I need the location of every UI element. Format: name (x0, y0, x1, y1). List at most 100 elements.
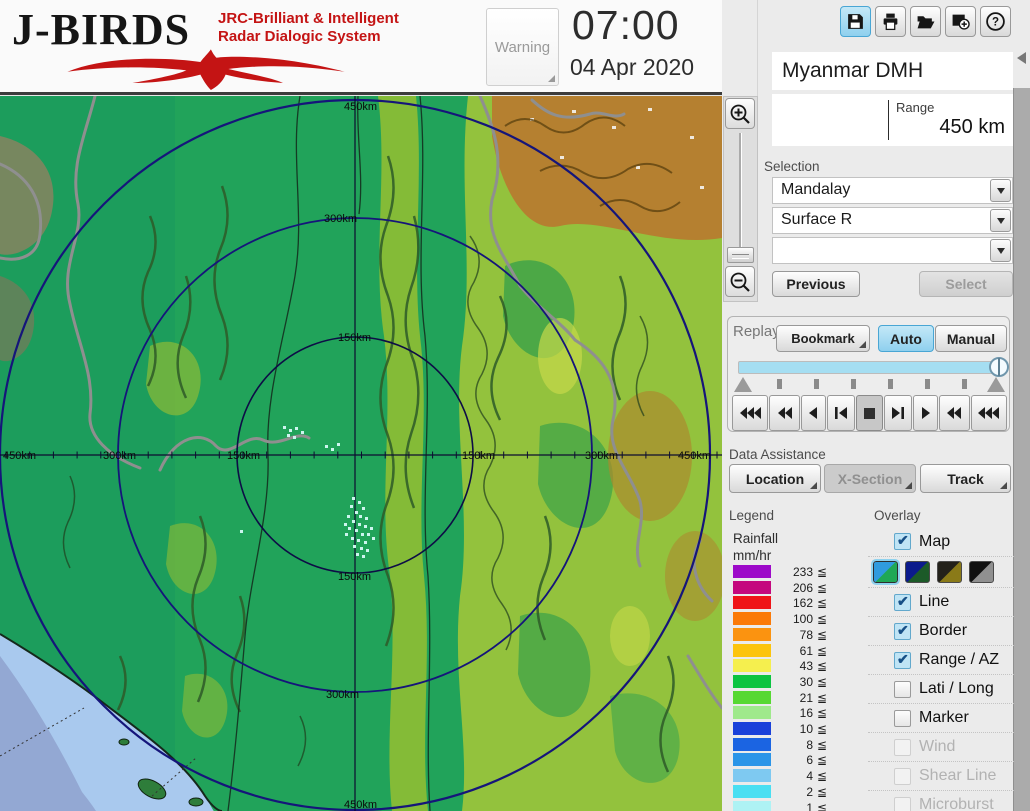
legend-swatch (733, 722, 771, 735)
legend-operator: ≦ (817, 596, 828, 611)
timeline-start-marker[interactable] (734, 377, 752, 392)
overlay-row-border[interactable]: Border (868, 616, 1014, 645)
overlay-row-line[interactable]: Line (868, 587, 1014, 616)
previous-button[interactable]: Previous (772, 271, 860, 297)
legend-value: 16 (799, 706, 813, 721)
logo-subtitle: JRC-Brilliant & Intelligent Radar Dialog… (218, 10, 399, 46)
collapse-panel-arrow-icon[interactable] (1017, 52, 1026, 64)
station-name: Myanmar DMH (772, 52, 1013, 90)
zoom-slider-track[interactable] (739, 133, 742, 251)
legend-operator: ≦ (817, 737, 828, 752)
map-style-olive-button[interactable] (937, 561, 962, 583)
step-forward-button[interactable] (883, 395, 912, 431)
legend-value: 233 (792, 565, 813, 579)
overlay-row-range-az[interactable]: Range / AZ (868, 645, 1014, 674)
option-dropdown-button[interactable] (990, 239, 1011, 262)
shear-line-checkbox (894, 767, 911, 785)
map-style-gray-button[interactable] (969, 561, 994, 583)
range-az-checkbox[interactable] (894, 651, 911, 669)
legend-item: 233 ≦ (733, 565, 838, 579)
overlay-label: Overlay (874, 508, 921, 523)
legend-operator: ≦ (817, 753, 828, 768)
ring-label-w450: 450km (3, 450, 36, 462)
chevron-down-icon (996, 187, 1005, 194)
overlay-row-lati-long[interactable]: Lati / Long (868, 674, 1014, 703)
radar-map[interactable]: 450km 300km 150km 150km 300km 450km 450k… (0, 96, 722, 811)
overlay-item-label: Wind (919, 738, 956, 755)
play-button[interactable] (912, 395, 939, 431)
print-button[interactable] (875, 6, 906, 37)
fast-rewind-button[interactable] (732, 395, 769, 431)
overlay-row-map[interactable]: Map (868, 527, 1014, 556)
range-divider (888, 100, 889, 140)
legend-item: 100 ≦ (733, 612, 838, 626)
map-style-selector (868, 556, 1014, 587)
track-button[interactable]: Track (920, 464, 1011, 493)
legend-item: 1 ≦ (733, 800, 838, 811)
legend-operator: ≦ (817, 722, 828, 736)
marker-checkbox[interactable] (894, 709, 911, 727)
legend-item: 2 ≦ (733, 784, 838, 799)
fast-rewind-icon (739, 407, 761, 419)
zoom-slider-handle[interactable] (727, 247, 754, 263)
legend-item: 206 ≦ (733, 580, 838, 595)
add-image-button[interactable] (945, 6, 976, 37)
open-file-button[interactable] (910, 6, 941, 37)
legend-item: 21 ≦ (733, 690, 838, 705)
play-reverse-button[interactable] (800, 395, 826, 431)
ring-label-n300: 300km (324, 213, 357, 225)
map-style-dark-button[interactable] (905, 561, 930, 583)
border-checkbox[interactable] (894, 622, 911, 640)
legend-unit-line1: Rainfall (733, 531, 779, 546)
x-section-button[interactable]: X-Section (824, 464, 916, 493)
legend-item: 10 ≦ (733, 722, 838, 736)
legend-operator: ≦ (817, 643, 828, 658)
legend-swatch (733, 690, 771, 704)
map-style-terrain-button[interactable] (871, 559, 900, 585)
option-dropdown[interactable] (772, 237, 1013, 264)
help-button[interactable]: ? (980, 6, 1011, 37)
fastest-forward-button[interactable] (970, 395, 1007, 431)
legend-operator: ≦ (817, 706, 828, 721)
zoom-in-button[interactable] (725, 98, 755, 129)
timeline-end-marker[interactable] (987, 377, 1005, 392)
replay-auto-button[interactable]: Auto (878, 325, 934, 352)
line-checkbox[interactable] (894, 593, 911, 611)
product-dropdown-button[interactable] (990, 209, 1011, 232)
select-button[interactable]: Select (919, 271, 1013, 297)
ring-label-s450: 450km (344, 799, 377, 811)
ring-label-e450: 450km (678, 450, 711, 462)
lati-long-checkbox[interactable] (894, 680, 911, 698)
overlay-row-marker[interactable]: Marker (868, 703, 1014, 732)
stop-icon (863, 407, 875, 419)
replay-manual-button[interactable]: Manual (935, 325, 1007, 352)
overlay-item-label: Shear Line (919, 767, 997, 784)
warning-button[interactable]: Warning (486, 8, 559, 86)
legend-swatch (733, 627, 771, 641)
timeline-ticks (734, 377, 1005, 393)
fast-forward-button[interactable] (939, 395, 970, 431)
product-dropdown[interactable]: Surface R (772, 207, 1013, 234)
rewind-button[interactable] (769, 395, 800, 431)
legend-item: 162 ≦ (733, 596, 838, 610)
legend-item: 61 ≦ (733, 643, 838, 658)
station-dropdown-button[interactable] (990, 179, 1011, 202)
panel-scroll-strip[interactable] (1013, 88, 1030, 811)
playback-controls (732, 395, 1007, 431)
ring-label-n150: 150km (338, 332, 371, 344)
save-button[interactable] (840, 6, 871, 37)
step-back-button[interactable] (826, 395, 856, 431)
map-checkbox[interactable] (894, 532, 911, 550)
bookmark-button[interactable]: Bookmark (776, 325, 870, 352)
location-button[interactable]: Location (729, 464, 821, 493)
replay-timeline-slider[interactable] (738, 357, 1009, 377)
timeline-slider-handle[interactable] (989, 357, 1009, 377)
legend-operator: ≦ (817, 800, 828, 811)
legend-operator: ≦ (817, 612, 828, 627)
chevron-down-icon (996, 247, 1005, 254)
zoom-out-button[interactable] (725, 266, 755, 297)
timeline-tick (851, 379, 856, 389)
legend-swatch (733, 753, 771, 767)
station-dropdown[interactable]: Mandalay (772, 177, 1013, 204)
stop-button[interactable] (856, 395, 883, 431)
